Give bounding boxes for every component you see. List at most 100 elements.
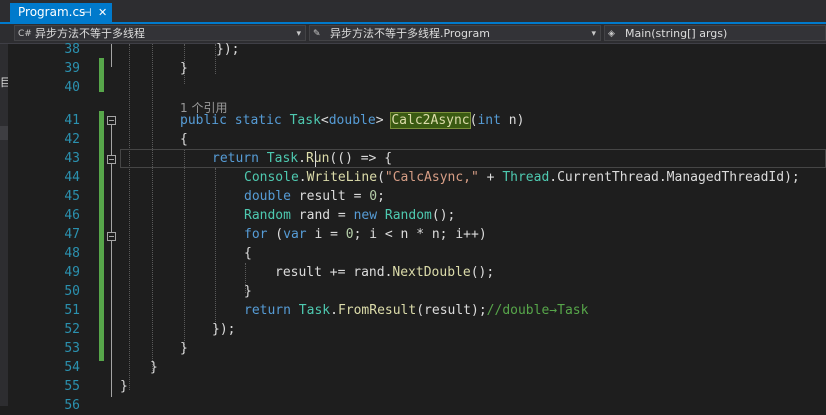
code-line: public static Task<double> Calc2Async(in… [180, 111, 524, 130]
code-token: (); [431, 208, 456, 223]
line-number: 48 [64, 246, 80, 261]
line-number: 51 [64, 303, 80, 318]
document-tab-strip: Program.cs ⊣ ✕ [0, 0, 826, 22]
chevron-down-icon: ▾ [591, 29, 596, 39]
code-token: double [328, 113, 376, 128]
code-token: n) [500, 113, 525, 128]
change-indicator-bar [99, 111, 104, 361]
code-token: Task [266, 151, 299, 166]
line-number: 49 [64, 265, 80, 280]
code-line: return Task.Run(() => { [212, 149, 392, 168]
code-line: } [150, 358, 158, 377]
line-number: 40 [64, 80, 80, 95]
code-token: (result); [416, 303, 487, 318]
code-token: }); [216, 42, 240, 57]
code-token: } [180, 61, 188, 76]
code-line: } [180, 339, 188, 358]
code-token: + [478, 170, 503, 185]
code-token: { [244, 246, 252, 261]
line-number: 42 [64, 132, 80, 147]
code-token: } [180, 341, 188, 356]
highlighted-method-name: Calc2Async [390, 112, 471, 129]
line-number: 46 [64, 208, 80, 223]
code-line: { [244, 244, 252, 263]
change-indicator-bar [99, 58, 104, 92]
member-dropdown-label: Main(string[] args) [625, 27, 728, 40]
collapse-icon[interactable] [107, 116, 116, 125]
code-token: < [320, 113, 329, 128]
indent-guide [215, 168, 216, 334]
code-token: Console [244, 170, 299, 185]
code-token: ( [267, 227, 284, 242]
close-icon[interactable]: ✕ [98, 3, 107, 22]
line-number: 52 [64, 322, 80, 337]
line-number: 38 [64, 42, 80, 57]
left-tool-strip: 目 [0, 44, 11, 406]
member-dropdown[interactable]: ◈ Main(string[] args) [604, 25, 826, 41]
code-token: } [120, 379, 128, 394]
code-line: result += rand.NextDouble(); [275, 263, 494, 282]
class-dropdown[interactable]: ✎ 异步方法不等于多线程.Program ▾ [309, 25, 601, 41]
code-line: { [180, 130, 188, 149]
code-token: ; i < n * n; i++) [353, 227, 487, 242]
collapse-icon[interactable] [107, 155, 116, 164]
code-token: for [244, 227, 268, 242]
line-number: 43 [64, 151, 80, 166]
code-line: } [180, 59, 188, 78]
code-token: new [353, 208, 378, 223]
tab-title: Program.cs [18, 5, 86, 19]
code-line: for (var i = 0; i < n * n; i++) [244, 225, 487, 244]
code-line: } [244, 282, 252, 301]
code-token: }); [212, 322, 236, 337]
code-token: FromResult [337, 303, 417, 318]
code-token: static [234, 113, 282, 128]
code-token: ( [377, 170, 385, 185]
code-line: }); [216, 40, 239, 59]
indent-guide [184, 149, 185, 353]
code-token: //double→Task [486, 303, 589, 318]
tab-program-cs[interactable]: Program.cs ⊣ ✕ [10, 3, 112, 22]
fold-region-line [111, 241, 112, 397]
collapse-icon[interactable] [107, 232, 116, 241]
code-token: . [330, 303, 338, 318]
left-strip-tab[interactable] [0, 126, 8, 140]
fold-region-line [111, 164, 112, 232]
code-token: Task [289, 113, 321, 128]
code-token: NextDouble [392, 265, 471, 280]
code-token: return [244, 303, 291, 318]
line-number: 55 [64, 379, 80, 394]
line-number: 54 [64, 360, 80, 375]
code-token: int [477, 113, 501, 128]
code-token: } [244, 284, 252, 299]
indent-guide [129, 44, 130, 390]
code-token: i = [306, 227, 346, 242]
code-token: . [298, 151, 306, 166]
code-token: public [180, 113, 227, 128]
text-caret [315, 151, 316, 167]
code-token: double [244, 189, 291, 204]
code-token: Thread [502, 170, 550, 185]
pin-icon[interactable]: ⊣ [82, 3, 92, 22]
code-token: Run [305, 151, 330, 166]
code-editor[interactable]: 38 39 40 41 42 43 44 45 46 47 48 49 50 51 52 53 54 55 56 }… [8, 42, 826, 413]
code-token: { [180, 132, 188, 147]
method-icon: ◈ [608, 29, 615, 39]
class-dropdown-label: 异步方法不等于多线程.Program [330, 27, 490, 40]
code-token: (); [470, 265, 495, 280]
code-line: } [120, 377, 128, 396]
code-line: }); [212, 320, 235, 339]
project-dropdown[interactable]: C# 异步方法不等于多线程 ▾ [14, 25, 306, 41]
line-number: 45 [64, 189, 80, 204]
navigation-bar: C# 异步方法不等于多线程 ▾ ✎ 异步方法不等于多线程.Program ▾ ◈… [0, 24, 826, 44]
indent-guide [152, 44, 153, 371]
code-token: WriteLine [306, 170, 378, 185]
code-token: } [150, 360, 158, 375]
line-number: 39 [64, 61, 80, 76]
line-number: 53 [64, 341, 80, 356]
fold-region-line [111, 125, 112, 155]
